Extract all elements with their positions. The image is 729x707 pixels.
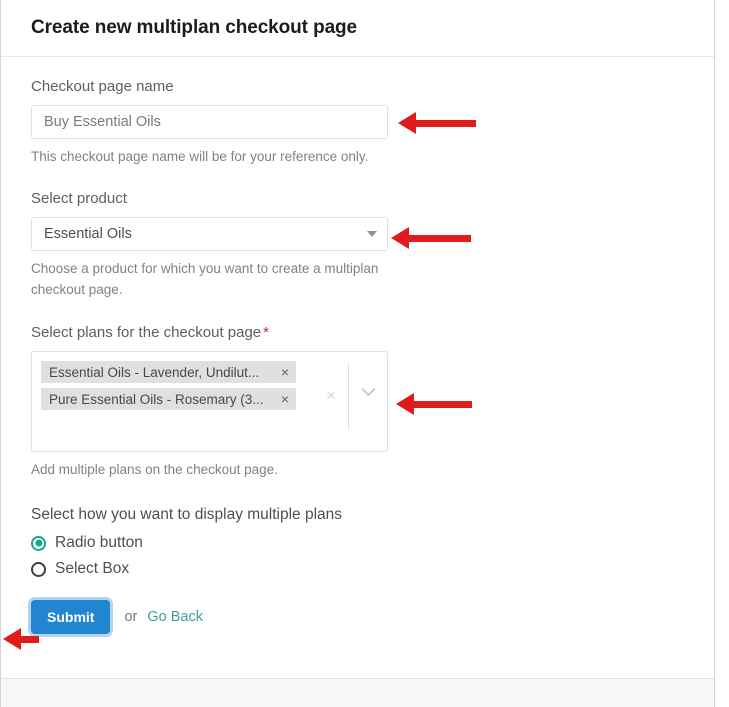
radio-unselected-icon[interactable] [31,561,46,577]
select-plans-label-text: Select plans for the checkout page [31,324,262,341]
multiselect-actions: × [314,361,387,451]
selected-plan-tags: Essential Oils - Lavender, Undilut... × … [32,361,314,451]
form-actions: Submit or Go Back [31,600,684,634]
select-plans-helper: Add multiple plans on the checkout page. [31,462,278,477]
select-product-label: Select product [31,190,127,207]
required-asterisk: * [263,324,269,341]
page-title: Create new multiplan checkout page [31,17,358,38]
plan-tag-label: Pure Essential Oils - Rosemary (3... [49,391,264,407]
card-body: Checkout page name Buy Essential Oils Th… [1,57,714,634]
submit-button[interactable]: Submit [31,600,111,634]
chevron-down-icon[interactable] [349,387,387,397]
display-mode-label: Select how you want to display multiple … [31,506,343,523]
go-back-link[interactable]: Go Back [147,609,203,625]
close-icon[interactable]: × [281,392,289,406]
plan-tag[interactable]: Pure Essential Oils - Rosemary (3... × [41,388,296,410]
radio-selected-icon[interactable] [31,535,46,551]
checkout-page-name-input[interactable]: Buy Essential Oils [31,105,388,139]
radio-option-select-box[interactable]: Select Box [31,560,684,578]
select-product-dropdown[interactable]: Essential Oils [31,217,388,251]
plan-tag-label: Essential Oils - Lavender, Undilut... [49,364,260,380]
checkout-page-name-field-group: Checkout page name Buy Essential Oils Th… [31,77,684,167]
select-product-helper: Choose a product for which you want to c… [31,261,379,297]
plan-tag[interactable]: Essential Oils - Lavender, Undilut... × [41,361,296,383]
card-footer [1,678,714,707]
checkout-page-name-value: Buy Essential Oils [44,114,161,130]
select-product-field-group: Select product Essential Oils Choose a p… [31,189,684,300]
checkout-page-name-helper: This checkout page name will be for your… [31,149,369,164]
select-plans-multiselect[interactable]: Essential Oils - Lavender, Undilut... × … [31,351,388,452]
select-plans-label: Select plans for the checkout page * [31,323,684,343]
close-icon[interactable]: × [281,365,289,379]
chevron-down-icon [367,231,377,237]
clear-all-icon[interactable]: × [314,387,348,404]
checkout-page-name-label: Checkout page name [31,78,174,95]
or-separator-label: or [124,609,138,625]
create-checkout-page-card: Create new multiplan checkout page Check… [0,0,715,707]
select-product-value: Essential Oils [44,226,132,242]
radio-option-label: Select Box [55,560,130,577]
card-header: Create new multiplan checkout page [1,0,714,57]
select-plans-field-group: Select plans for the checkout page * Esse… [31,323,684,480]
display-mode-field-group: Select how you want to display multiple … [31,506,684,578]
radio-option-label: Radio button [55,534,143,551]
radio-option-radio-button[interactable]: Radio button [31,534,684,552]
